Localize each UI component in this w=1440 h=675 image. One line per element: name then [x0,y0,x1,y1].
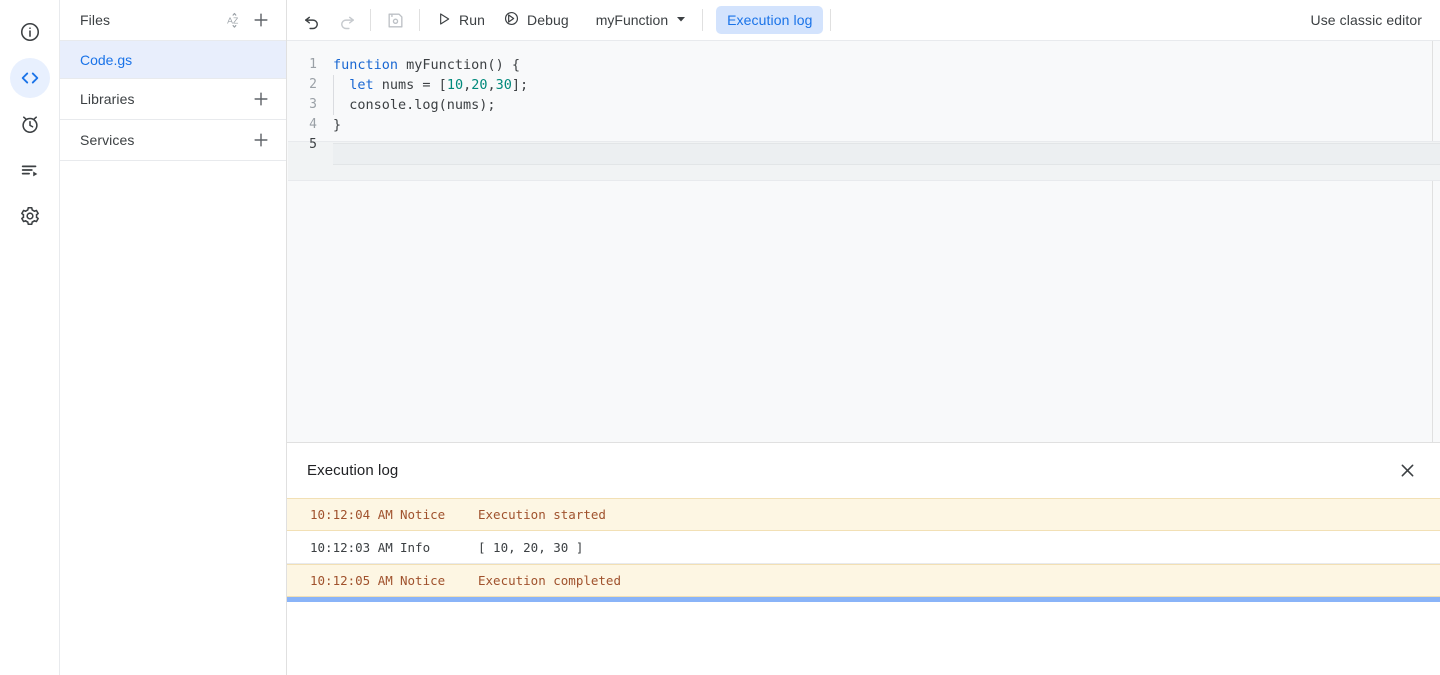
toolbar-divider-3 [702,9,703,31]
log-level: Notice [400,573,478,588]
code-line: 4 } [287,115,1440,135]
execution-log-header: Execution log [287,443,1440,498]
log-time: 10:12:04 AM [310,507,400,522]
toolbar-divider-2 [419,9,420,31]
execution-log-rows: 10:12:04 AM Notice Execution started 10:… [287,498,1440,602]
libraries-title: Libraries [80,91,246,107]
execution-log-button[interactable]: Execution log [716,6,823,34]
code-editor[interactable]: 1 function myFunction() { 2 let nums = [… [287,41,1440,443]
log-message: Execution completed [478,573,1440,588]
execution-log-panel: Execution log 10:12:04 AM Notice Executi… [287,443,1440,675]
function-selector[interactable]: myFunction [586,5,695,35]
execution-log-title: Execution log [307,462,1392,479]
line-number: 4 [287,115,333,135]
overview-icon[interactable] [10,12,50,52]
debug-button[interactable]: Debug [494,5,578,35]
line-content: console.log(nums); [333,95,1440,115]
services-title: Services [80,132,246,148]
line-number: 2 [287,75,333,95]
line-content: let nums = [10,20,30]; [333,75,1440,95]
main-column: Run Debug myFunction [287,0,1440,675]
log-message: Execution started [478,507,1440,522]
line-content: } [333,115,1440,135]
add-service-icon[interactable] [248,127,274,153]
files-section-header: Files AZ [60,0,286,41]
code-line: 3 console.log(nums); [287,95,1440,115]
code-line-active: 5 [287,135,1440,155]
sidebar-empty-space [60,161,286,675]
code-line: 1 function myFunction() { [287,55,1440,75]
close-icon[interactable] [1392,456,1422,486]
log-message: [ 10, 20, 30 ] [478,540,1440,555]
function-selector-value: myFunction [596,12,668,28]
services-section-header[interactable]: Services [60,120,286,161]
line-number: 3 [287,95,333,115]
add-library-icon[interactable] [248,86,274,112]
chevron-down-icon [675,12,687,28]
log-empty-space [287,602,1440,675]
toolbar-divider-4 [830,9,831,31]
triggers-icon[interactable] [10,104,50,144]
line-number: 1 [287,55,333,75]
log-row[interactable]: 10:12:04 AM Notice Execution started [287,498,1440,531]
libraries-section-header[interactable]: Libraries [60,79,286,120]
editor-toolbar: Run Debug myFunction [287,0,1440,41]
toolbar-divider-1 [370,9,371,31]
line-number: 5 [287,135,333,155]
debug-label: Debug [527,12,569,28]
add-file-icon[interactable] [248,7,274,33]
log-row[interactable]: 10:12:05 AM Notice Execution completed [287,564,1440,597]
use-classic-editor-link[interactable]: Use classic editor [1306,6,1426,34]
run-label: Run [459,12,485,28]
save-icon[interactable] [378,5,412,35]
log-row[interactable]: 10:12:03 AM Info [ 10, 20, 30 ] [287,531,1440,564]
file-item-label: Code.gs [80,52,132,68]
files-title: Files [80,12,218,28]
undo-icon[interactable] [295,5,329,35]
executions-icon[interactable] [10,150,50,190]
debug-icon [503,10,520,30]
code-line: 2 let nums = [10,20,30]; [287,75,1440,95]
editor-icon[interactable] [10,58,50,98]
settings-icon[interactable] [10,196,50,236]
code-lines[interactable]: 1 function myFunction() { 2 let nums = [… [287,41,1440,442]
apps-script-editor: Files AZ Code.gs Libraries [0,0,1440,675]
line-content: function myFunction() { [333,55,1440,75]
sort-az-icon[interactable]: AZ [220,7,246,33]
run-button[interactable]: Run [427,5,494,35]
log-level: Notice [400,507,478,522]
svg-text:AZ: AZ [227,15,239,25]
left-icon-rail [0,0,60,675]
redo-icon[interactable] [329,5,363,35]
log-time: 10:12:03 AM [310,540,400,555]
log-progress-bar [287,597,1440,602]
log-time: 10:12:05 AM [310,573,400,588]
files-sidebar: Files AZ Code.gs Libraries [60,0,287,675]
play-icon [436,11,452,30]
log-level: Info [400,540,478,555]
file-item-code-gs[interactable]: Code.gs [60,41,286,79]
